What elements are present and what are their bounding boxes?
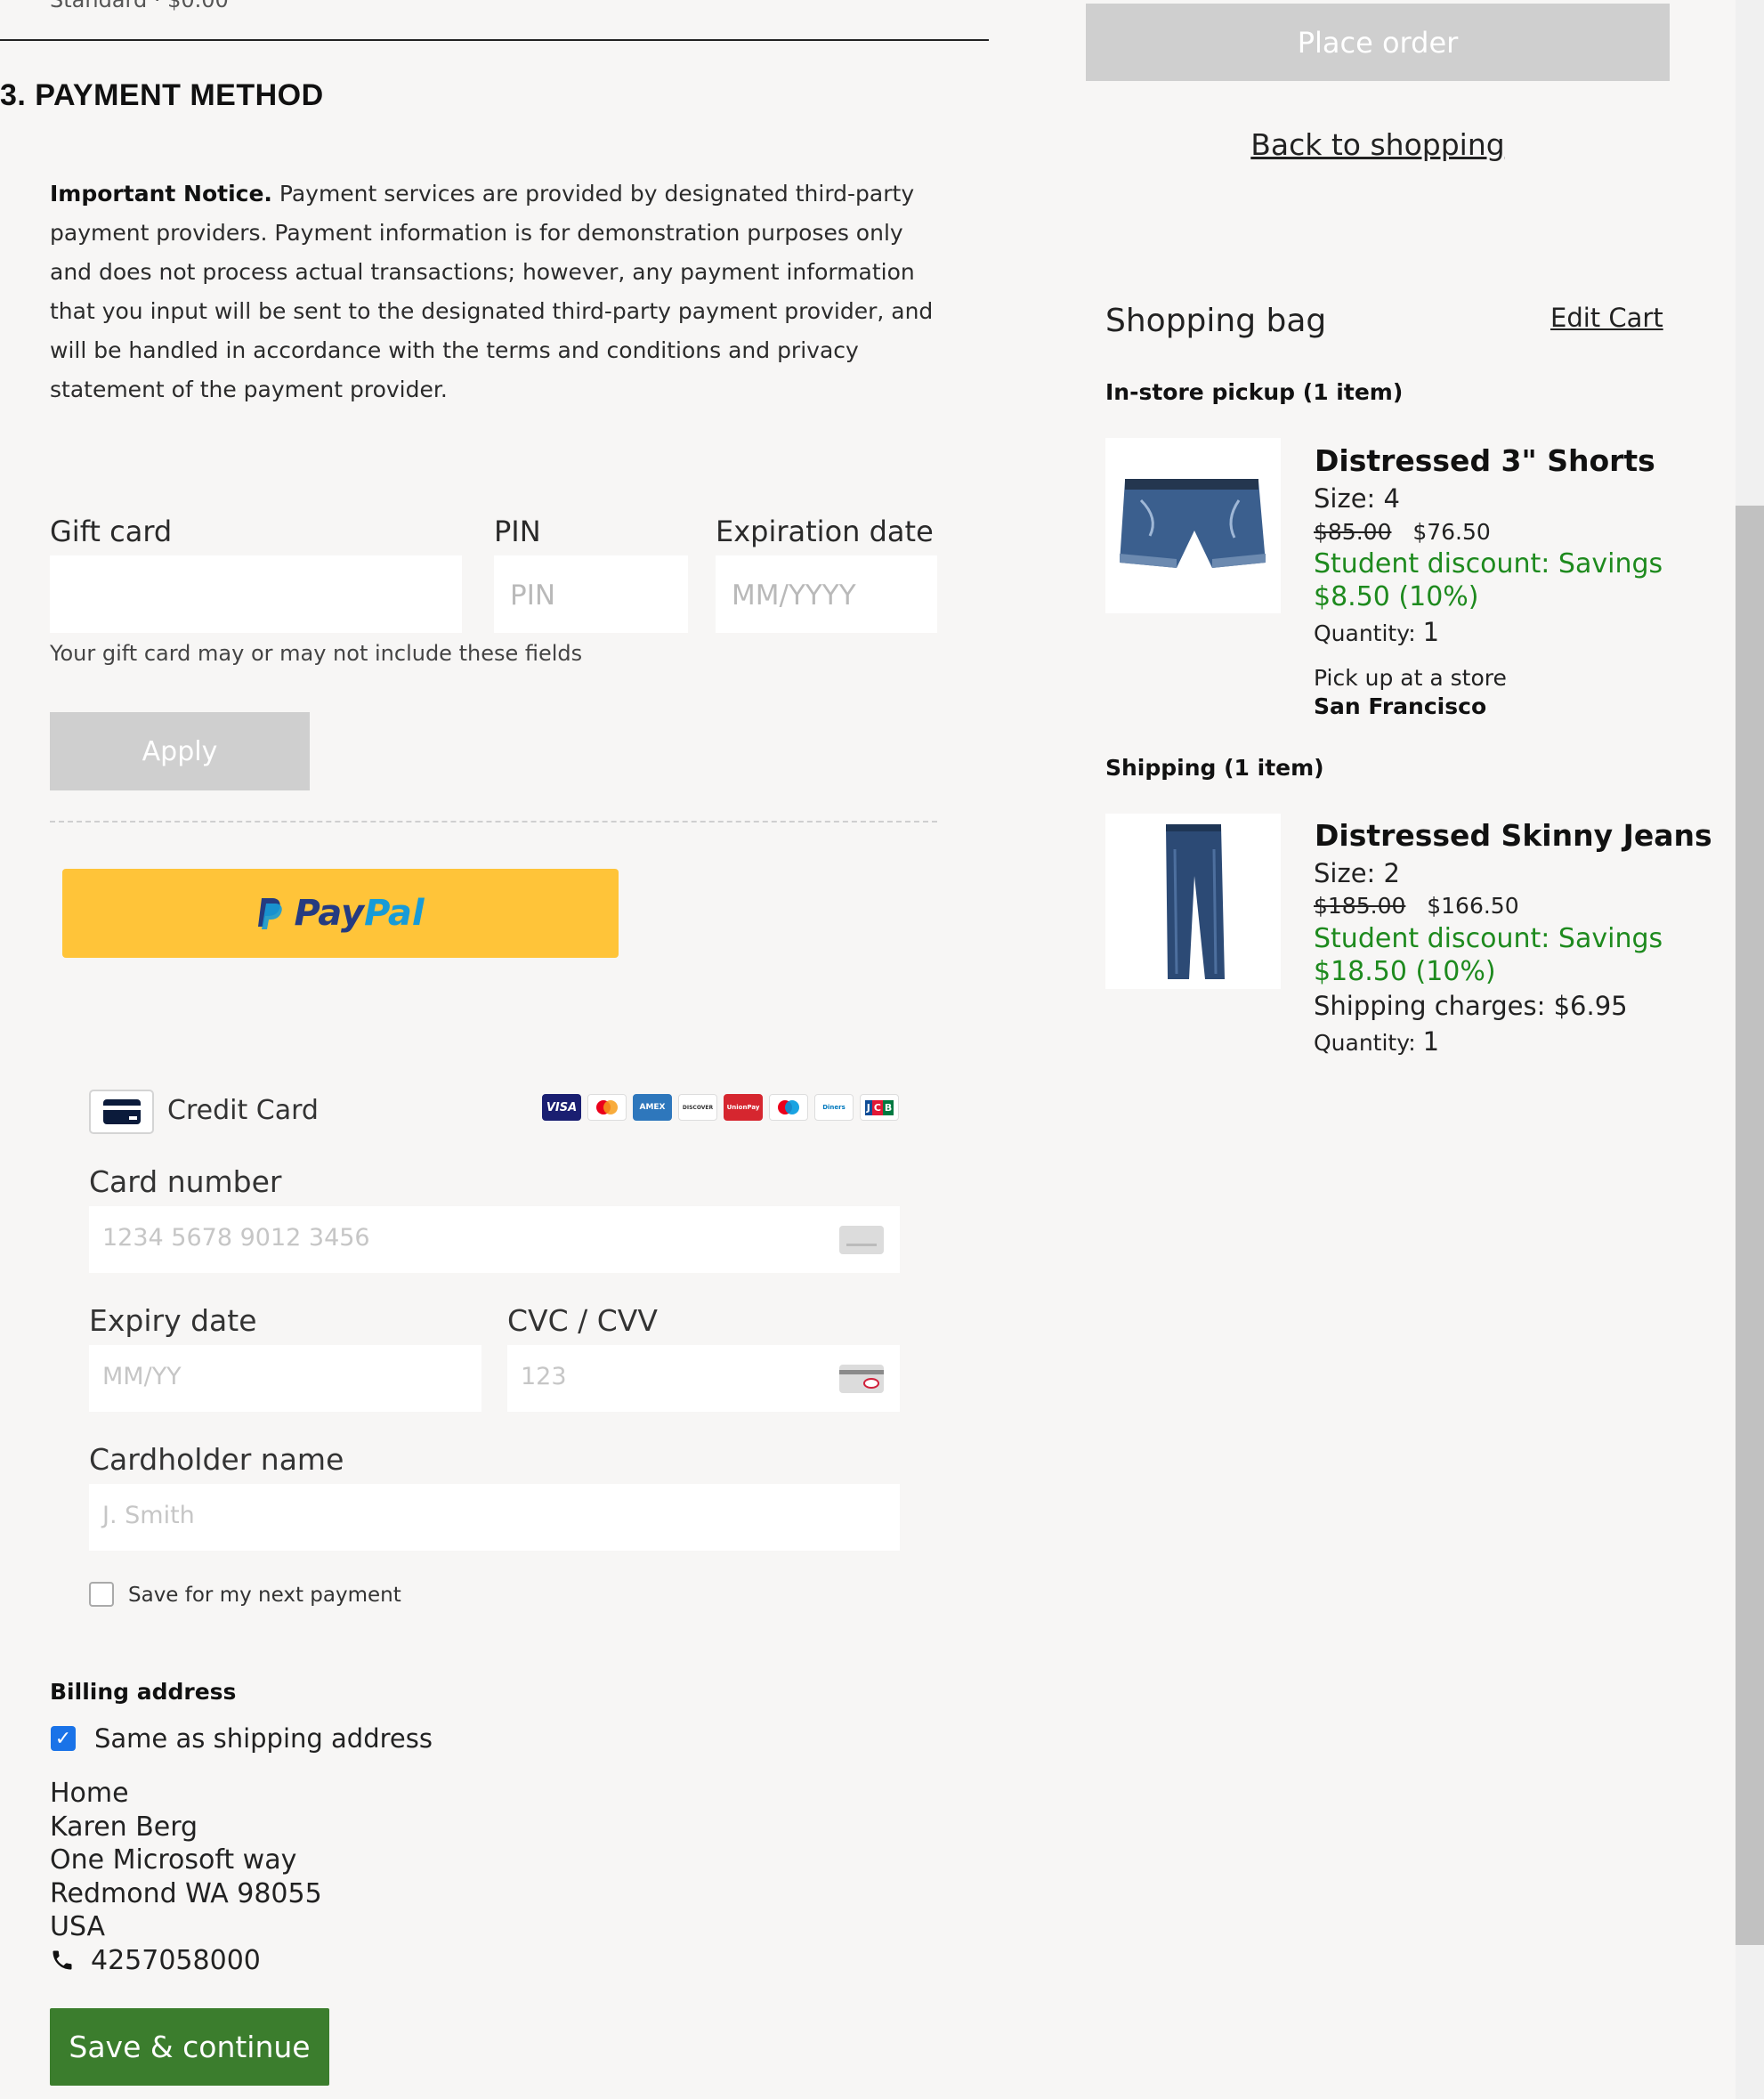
card-brands: VISA AMEX DISCOVER UnionPay Diners JCB xyxy=(542,1094,899,1121)
unionpay-icon: UnionPay xyxy=(724,1094,763,1121)
pickup-group-title: In-store pickup (1 item) xyxy=(1105,379,1404,405)
card-number-input[interactable]: 1234 5678 9012 3456 xyxy=(89,1206,900,1273)
cardholder-name-input[interactable]: J. Smith xyxy=(89,1484,900,1551)
shopping-bag-title: Shopping bag xyxy=(1105,303,1327,339)
phone-icon xyxy=(53,1950,72,1970)
shipping-group-title: Shipping (1 item) xyxy=(1105,755,1324,781)
jeans-icon xyxy=(1166,824,1225,979)
expiry-date-label: Expiry date xyxy=(89,1303,257,1338)
expiry-placeholder: MM/YY xyxy=(102,1363,182,1390)
card-number-label: Card number xyxy=(89,1164,282,1199)
jcb-icon: JCB xyxy=(860,1094,899,1121)
edit-cart-link[interactable]: Edit Cart xyxy=(1550,303,1663,333)
payment-section-title: 3. PAYMENT METHOD xyxy=(0,78,324,112)
cardholder-placeholder: J. Smith xyxy=(102,1502,195,1529)
notice-text: Payment services are provided by designa… xyxy=(50,181,934,402)
amex-icon: AMEX xyxy=(633,1094,672,1121)
cvc-input[interactable]: 123 xyxy=(507,1345,900,1412)
shorts-product-image[interactable] xyxy=(1105,438,1281,613)
payment-notice: Important Notice. Payment services are p… xyxy=(50,174,940,409)
product-quantity: Quantity: 1 xyxy=(1314,1026,1440,1057)
dashed-divider xyxy=(50,821,937,823)
pickup-store: San Francisco xyxy=(1314,693,1487,719)
shipping-method-cut-text: Standard · $0.00 xyxy=(50,0,229,12)
product-price: $185.00 $166.50 xyxy=(1314,893,1519,919)
diners-icon: Diners xyxy=(814,1094,854,1121)
section-divider xyxy=(0,39,989,41)
same-as-shipping-checkbox[interactable]: ✓ xyxy=(51,1726,76,1751)
product-price: $85.00 $76.50 xyxy=(1314,519,1491,545)
billing-address-block: Home Karen Berg One Microsoft way Redmon… xyxy=(50,1777,322,1977)
paypal-logo-text: PayPal xyxy=(294,893,425,934)
mastercard-icon xyxy=(587,1094,627,1121)
save-payment-checkbox[interactable] xyxy=(89,1582,114,1607)
address-line: Karen Berg xyxy=(50,1811,198,1843)
expiration-date-label: Expiration date xyxy=(716,515,934,548)
pickup-label: Pick up at a store xyxy=(1314,665,1507,691)
shipping-charges: Shipping charges: $6.95 xyxy=(1314,991,1628,1021)
same-as-shipping-label: Same as shipping address xyxy=(94,1723,433,1754)
phone-line: 4257058000 xyxy=(50,1944,322,1978)
gift-card-help: Your gift card may or may not include th… xyxy=(50,641,583,666)
pin-placeholder: PIN xyxy=(510,579,556,612)
product-name[interactable]: Distressed 3" Shorts xyxy=(1315,443,1655,478)
cvc-label: CVC / CVV xyxy=(507,1303,658,1338)
notice-bold: Important Notice. xyxy=(50,181,272,207)
save-continue-button[interactable]: Save & continue xyxy=(50,2008,329,2086)
gift-card-input[interactable] xyxy=(50,555,462,633)
cvc-placeholder: 123 xyxy=(521,1363,567,1390)
original-price: $85.00 xyxy=(1314,519,1392,545)
visa-icon: VISA xyxy=(542,1094,581,1121)
product-quantity: Quantity: 1 xyxy=(1314,617,1440,647)
discover-icon: DISCOVER xyxy=(678,1094,717,1121)
original-price: $185.00 xyxy=(1314,893,1406,919)
product-size: Size: 2 xyxy=(1314,858,1400,888)
address-line: One Microsoft way xyxy=(50,1844,297,1876)
paypal-button[interactable]: PayPal xyxy=(62,869,619,958)
pin-input[interactable]: PIN xyxy=(494,555,688,633)
scrollbar-thumb[interactable] xyxy=(1736,506,1764,1945)
place-order-button[interactable]: Place order xyxy=(1086,4,1670,81)
credit-card-label: Credit Card xyxy=(167,1095,319,1126)
phone-number: 4257058000 xyxy=(91,1944,261,1976)
save-payment-label: Save for my next payment xyxy=(128,1584,401,1607)
back-to-shopping-link[interactable]: Back to shopping xyxy=(1086,127,1670,162)
address-line: USA xyxy=(50,1911,106,1942)
gift-card-label: Gift card xyxy=(50,515,173,548)
shorts-icon xyxy=(1120,479,1266,568)
student-discount: Student discount: Savings $18.50 (10%) xyxy=(1314,923,1663,987)
paypal-icon xyxy=(258,898,283,929)
maestro-icon xyxy=(769,1094,808,1121)
sale-price: $76.50 xyxy=(1412,519,1491,545)
credit-card-icon xyxy=(89,1090,154,1134)
expiration-date-input[interactable]: MM/YYYY xyxy=(716,555,937,633)
cvc-card-icon xyxy=(839,1365,884,1393)
student-discount: Student discount: Savings $8.50 (10%) xyxy=(1314,548,1663,612)
expiration-placeholder: MM/YYYY xyxy=(732,579,856,612)
expiry-date-input[interactable]: MM/YY xyxy=(89,1345,481,1412)
pin-label: PIN xyxy=(494,515,541,548)
address-line: Redmond WA 98055 xyxy=(50,1877,322,1909)
cardholder-name-label: Cardholder name xyxy=(89,1442,344,1477)
card-placeholder-icon xyxy=(839,1226,884,1254)
product-name[interactable]: Distressed Skinny Jeans xyxy=(1315,818,1712,853)
product-size: Size: 4 xyxy=(1314,483,1400,514)
billing-address-title: Billing address xyxy=(50,1679,237,1705)
card-number-placeholder: 1234 5678 9012 3456 xyxy=(102,1224,370,1252)
address-line: Home xyxy=(50,1778,129,1809)
jeans-product-image[interactable] xyxy=(1105,814,1281,989)
sale-price: $166.50 xyxy=(1427,893,1519,919)
apply-button[interactable]: Apply xyxy=(50,712,310,790)
